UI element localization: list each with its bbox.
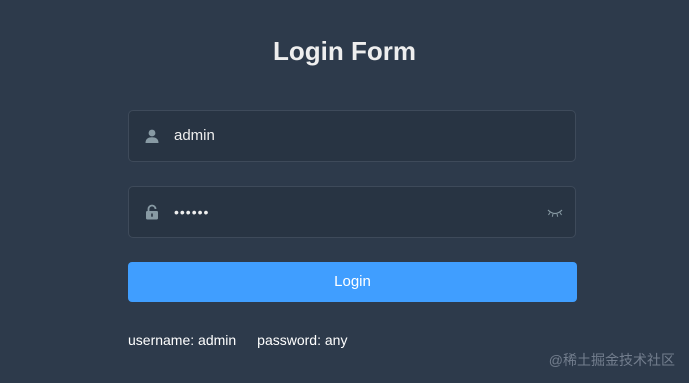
page-title: Login Form (273, 36, 416, 66)
username-hint: username: admin (128, 332, 237, 348)
username-field[interactable]: admin (128, 110, 576, 162)
credentials-hint: username: admin password: any (128, 332, 368, 348)
password-field[interactable]: •••••• (128, 186, 576, 238)
password-input[interactable]: •••••• (174, 187, 209, 237)
watermark: @稀土掘金技术社区 (548, 352, 675, 368)
username-input[interactable]: admin (174, 111, 215, 161)
user-icon (144, 128, 160, 144)
eye-closed-icon[interactable] (547, 206, 563, 218)
login-button[interactable]: Login (128, 262, 577, 302)
lock-icon (144, 204, 160, 220)
password-hint: password: any (257, 332, 348, 348)
